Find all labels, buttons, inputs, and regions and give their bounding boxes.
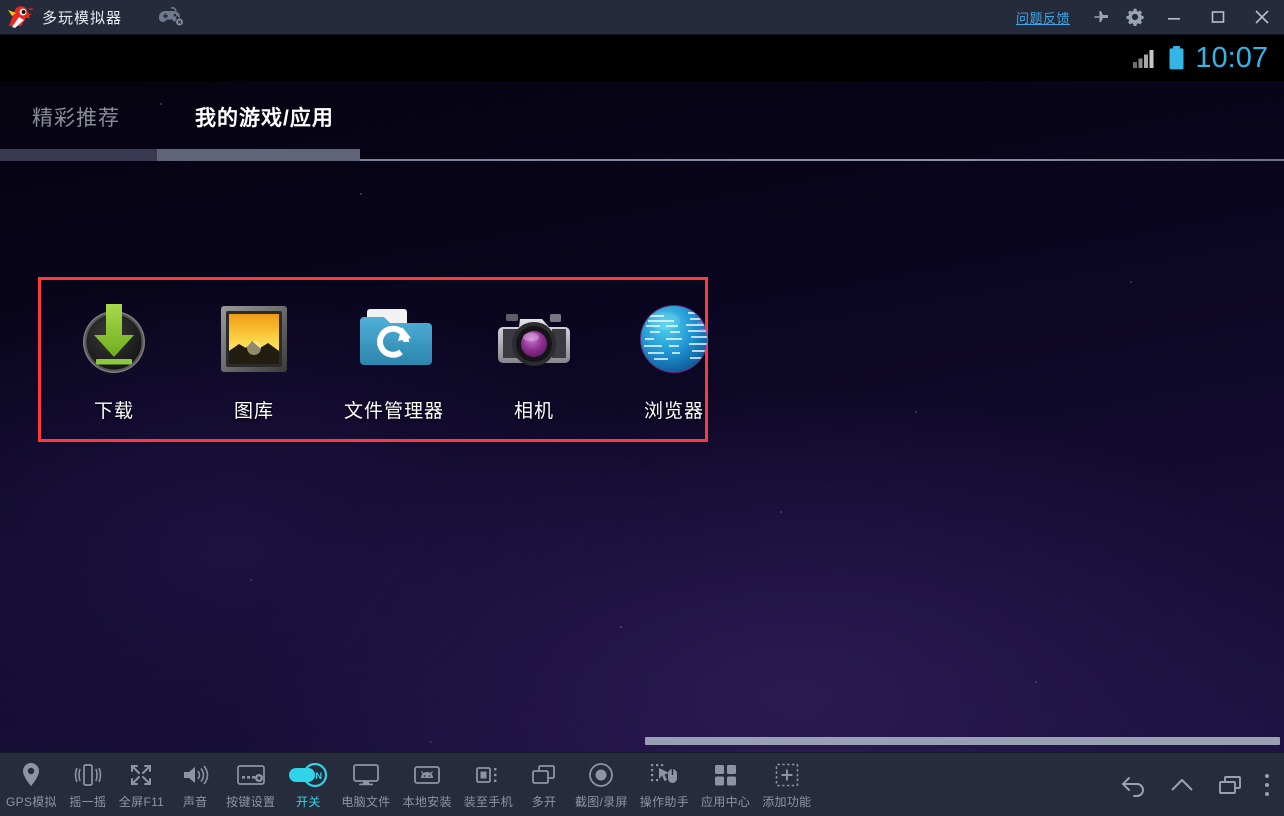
tool-app-center[interactable]: 应用中心 [695, 753, 756, 816]
tool-to-phone[interactable]: 装至手机 [458, 753, 519, 816]
tool-assistant[interactable]: 操作助手 [634, 753, 695, 816]
tool-shake-label: 摇一摇 [69, 793, 106, 810]
maximize-button[interactable] [1196, 0, 1240, 35]
tool-pc-files[interactable]: 电脑文件 [335, 753, 396, 816]
signal-bars-icon [1132, 47, 1158, 69]
bird-logo-icon [0, 0, 40, 35]
add-feature-icon [774, 760, 800, 790]
tool-fullscreen[interactable]: 全屏F11 [113, 753, 170, 816]
emulator-window: 多玩模拟器 问题反馈 [0, 0, 1284, 816]
toggle-on-icon: ON [287, 760, 329, 790]
pin-icon[interactable] [1084, 0, 1118, 35]
title-bar: 多玩模拟器 问题反馈 [0, 0, 1284, 35]
app-label-file-manager: 文件管理器 [344, 396, 444, 423]
tool-multi-instance-label: 多开 [532, 793, 557, 810]
gamepad-disabled-icon[interactable] [158, 7, 184, 27]
selection-highlight-box: 下载 [38, 277, 708, 442]
tool-shake[interactable]: 摇一摇 [63, 753, 113, 816]
tool-keymapping[interactable]: 按键设置 [220, 753, 281, 816]
location-pin-icon [20, 760, 42, 790]
tool-toggle[interactable]: ON 开关 [281, 753, 335, 816]
app-label-camera: 相机 [514, 396, 554, 423]
feedback-link[interactable]: 问题反馈 [1016, 8, 1070, 27]
android-screen: 精彩推荐 我的游戏/应用 [0, 81, 1284, 752]
tool-pc-files-label: 电脑文件 [341, 793, 390, 810]
tool-record-label: 截图/录屏 [575, 793, 628, 810]
tool-add-feature-label: 添加功能 [762, 793, 811, 810]
tool-fullscreen-label: 全屏F11 [119, 793, 164, 810]
tool-toggle-label: 开关 [296, 793, 321, 810]
to-phone-icon [474, 760, 502, 790]
record-icon [588, 760, 614, 790]
keymapping-icon [236, 760, 266, 790]
app-grid: 下载 [41, 296, 744, 423]
android-status-bar: 10:07 [0, 35, 1284, 81]
dot-1 [1265, 774, 1269, 778]
app-label-gallery: 图库 [234, 396, 274, 423]
tool-volume-label: 声音 [183, 793, 208, 810]
tool-assistant-label: 操作助手 [640, 793, 689, 810]
dot-3 [1265, 792, 1269, 796]
status-time: 10:07 [1195, 44, 1268, 73]
file-manager-icon [346, 296, 442, 382]
app-item-download[interactable]: 下载 [44, 296, 184, 423]
recents-icon[interactable] [1206, 753, 1254, 816]
dot-2 [1265, 783, 1269, 787]
gear-icon[interactable] [1118, 0, 1152, 35]
tab-recommended[interactable]: 精彩推荐 [32, 85, 120, 149]
tab-my-games-label: 我的游戏/应用 [195, 102, 334, 132]
tab-my-games[interactable]: 我的游戏/应用 [195, 85, 334, 149]
tool-volume[interactable]: 声音 [170, 753, 220, 816]
browser-globe-icon [626, 296, 722, 382]
fullscreen-icon [128, 760, 154, 790]
multi-instance-icon [530, 760, 558, 790]
app-item-camera[interactable]: 相机 [464, 296, 604, 423]
tab-recommended-label: 精彩推荐 [32, 102, 120, 132]
app-label-download: 下载 [94, 396, 134, 423]
battery-full-icon [1168, 45, 1185, 71]
mouse-assistant-icon [649, 760, 679, 790]
tab-underline-inactive [0, 149, 157, 161]
app-label-browser: 浏览器 [644, 396, 704, 423]
apk-install-icon [413, 760, 441, 790]
tool-multi-instance[interactable]: 多开 [519, 753, 569, 816]
tab-divider-line [360, 159, 1284, 161]
app-item-gallery[interactable]: 图库 [184, 296, 324, 423]
app-center-icon [713, 760, 739, 790]
app-item-browser[interactable]: 浏览器 [604, 296, 744, 423]
close-button[interactable] [1240, 0, 1284, 35]
svg-text:ON: ON [308, 771, 322, 782]
tool-to-phone-label: 装至手机 [464, 793, 513, 810]
launcher-tabs: 精彩推荐 我的游戏/应用 [0, 81, 1284, 149]
tool-record[interactable]: 截图/录屏 [569, 753, 634, 816]
tool-gps-label: GPS模拟 [6, 793, 57, 810]
back-icon[interactable] [1110, 753, 1158, 816]
home-icon[interactable] [1158, 753, 1206, 816]
tab-underline-active [157, 149, 360, 161]
monitor-icon [352, 760, 380, 790]
bottom-toolbar: GPS模拟 摇一摇 全屏F11 [0, 752, 1284, 816]
app-title: 多玩模拟器 [42, 7, 122, 28]
tool-local-install-label: 本地安装 [403, 793, 452, 810]
more-dots-icon[interactable] [1254, 753, 1280, 816]
app-item-file-manager[interactable]: 文件管理器 [324, 296, 464, 423]
screen-scrollbar-thumb[interactable] [645, 737, 1280, 745]
screen-scrollbar[interactable] [0, 736, 1284, 746]
tool-gps[interactable]: GPS模拟 [0, 753, 63, 816]
android-nav-bar [1110, 753, 1284, 816]
tool-add-feature[interactable]: 添加功能 [756, 753, 817, 816]
tool-local-install[interactable]: 本地安装 [397, 753, 458, 816]
tool-app-center-label: 应用中心 [701, 793, 750, 810]
tool-keymapping-label: 按键设置 [226, 793, 275, 810]
camera-icon [486, 296, 582, 382]
gallery-icon [206, 296, 302, 382]
tab-underline [0, 149, 1284, 161]
volume-icon [181, 760, 209, 790]
download-icon [66, 296, 162, 382]
minimize-button[interactable] [1152, 0, 1196, 35]
shake-phone-icon [73, 760, 103, 790]
